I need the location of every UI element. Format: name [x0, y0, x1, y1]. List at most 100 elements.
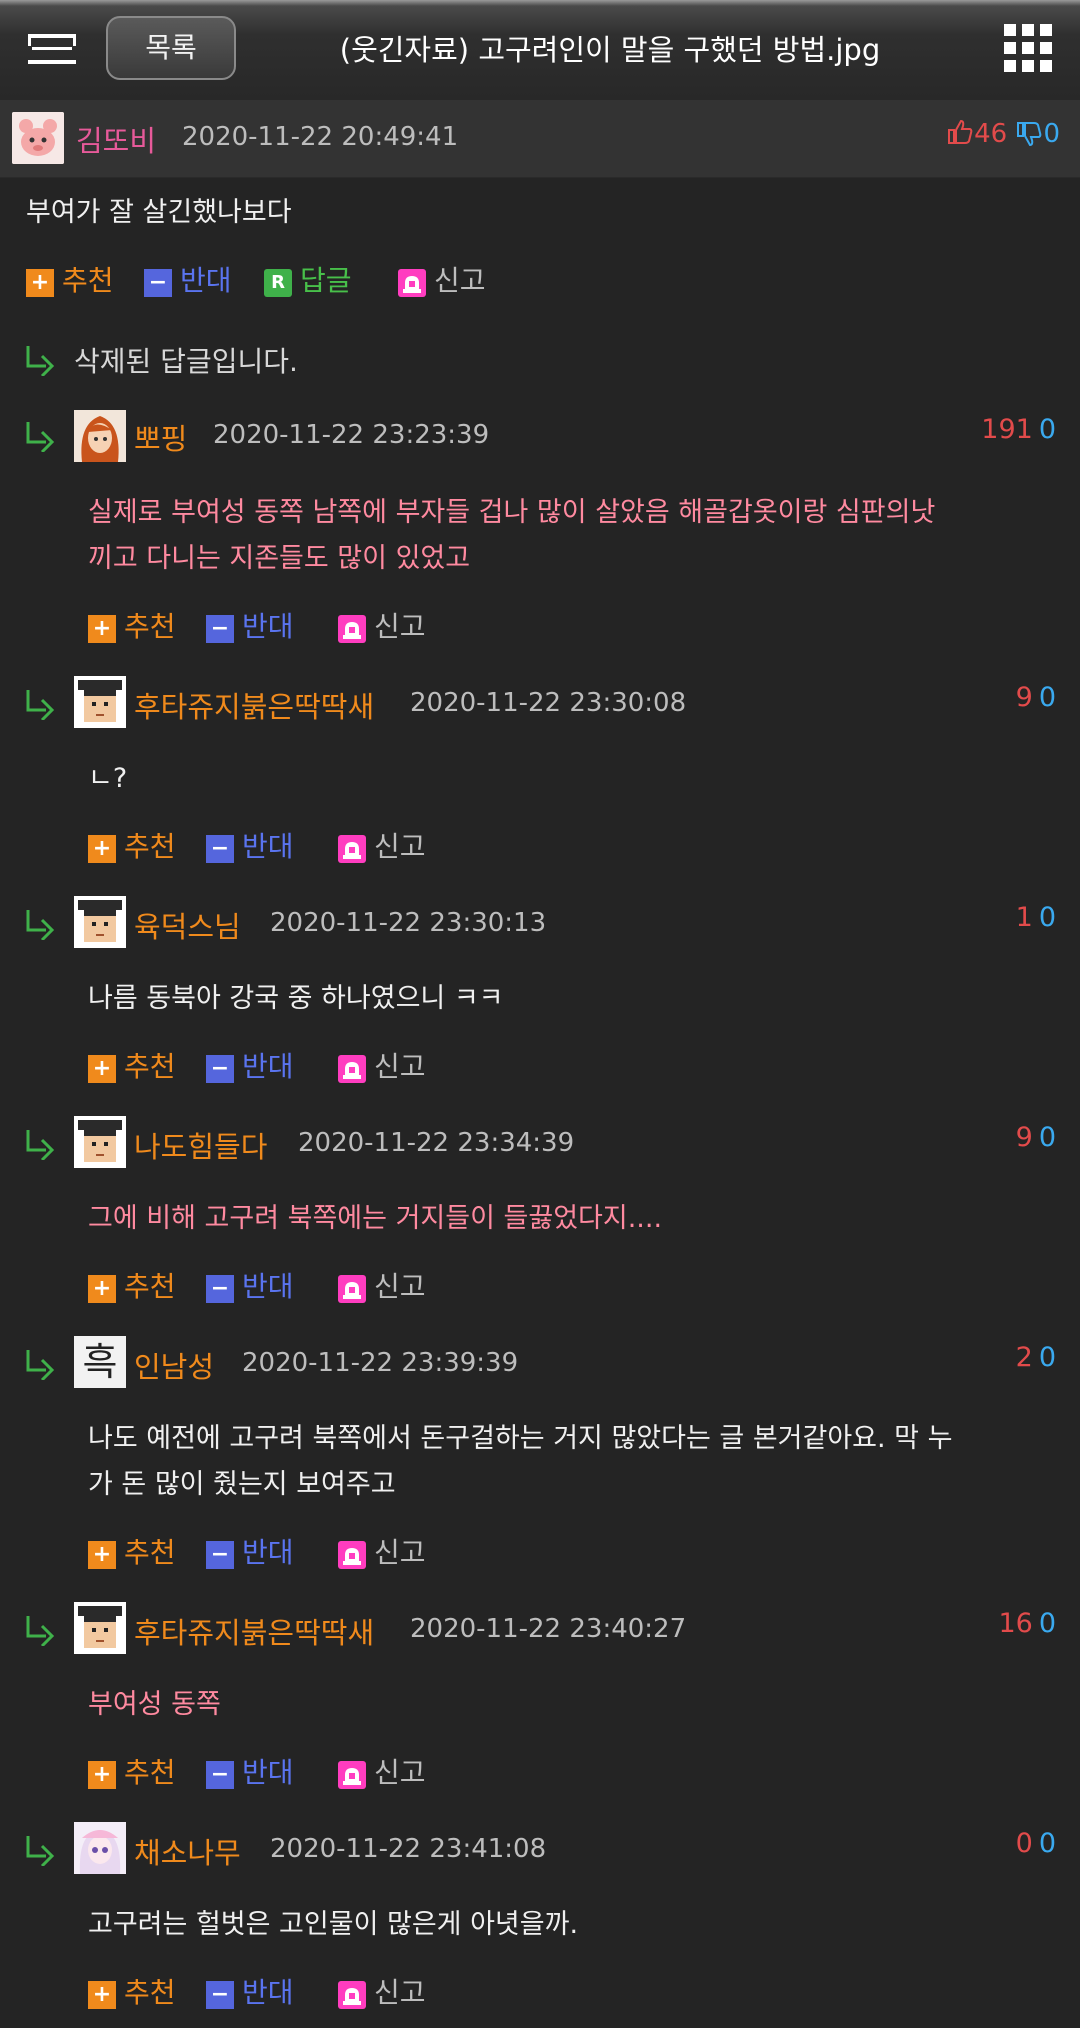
upvote-count: 0	[1015, 1828, 1033, 1859]
post-header: 김또비 2020-11-22 20:49:41 46 0	[0, 100, 1080, 178]
plus-icon: +	[88, 615, 116, 643]
comment-votes: 191 0	[981, 414, 1056, 445]
upvote-count: 1	[1015, 902, 1033, 933]
minus-icon: −	[206, 1761, 234, 1789]
deleted-reply: 삭제된 답글입니다.	[74, 345, 298, 378]
comment-body: 그에 비해 고구려 북쪽에는 거지들이 들끓었다지....	[88, 1203, 663, 1234]
top-bar: 목록 (웃긴자료) 고구려인이 말을 구했던 방법.jpg	[0, 0, 1080, 100]
comment-body: 실제로 부여성 동쪽 남쪽에 부자들 겁나 많이 살았음 해골갑옷이랑 심판의낫…	[88, 497, 936, 574]
siren-icon	[338, 1541, 366, 1569]
comment-body: 고구려는 헐벗은 고인물이 많은게 아녓을까.	[88, 1909, 579, 1940]
avatar[interactable]	[74, 896, 126, 948]
comment-body: 나도 예전에 고구려 북쪽에서 돈구걸하는 거지 많았다는 글 본거같아요. 막…	[88, 1423, 953, 1500]
apps-grid-icon[interactable]	[1004, 24, 1052, 72]
post-author[interactable]: 김또비	[76, 118, 156, 160]
comment-actions: + 추천 − 반대 신고	[88, 1270, 448, 1304]
post-body: 부여가 잘 살긴했나보다	[26, 197, 292, 228]
thumbs-down-icon[interactable]	[1015, 120, 1043, 148]
avatar[interactable]	[74, 1116, 126, 1168]
siren-icon	[338, 835, 366, 863]
comment-date: 2020-11-22 23:34:39	[298, 1128, 575, 1158]
plus-icon: +	[88, 1275, 116, 1303]
upvote-count: 2	[1015, 1342, 1033, 1373]
comment-author[interactable]: 육덕스님	[134, 904, 241, 946]
comment-date: 2020-11-22 23:41:08	[270, 1834, 547, 1864]
comment-actions: + 추천 − 반대 신고	[88, 1536, 448, 1570]
minus-icon: −	[206, 1541, 234, 1569]
comment-author[interactable]: 뽀핑	[134, 416, 187, 458]
comment-author[interactable]: 인남성	[134, 1344, 214, 1386]
siren-icon	[338, 1761, 366, 1789]
comment-actions: + 추천 − 반대 신고	[88, 1050, 448, 1084]
minus-icon: −	[206, 1275, 234, 1303]
minus-icon: −	[206, 1981, 234, 2009]
upvote-count: 191	[981, 414, 1033, 445]
reply-arrow-icon	[26, 422, 55, 452]
comment-actions: + 추천 − 반대 신고	[88, 1976, 448, 2010]
minus-icon: −	[206, 615, 234, 643]
plus-icon: +	[26, 269, 54, 297]
reply-arrow-icon	[26, 1130, 55, 1160]
downvote-count: 0	[1038, 1608, 1056, 1639]
downvote-count: 0	[1038, 682, 1056, 713]
siren-icon	[338, 1055, 366, 1083]
comment-votes: 16 0	[998, 1608, 1056, 1639]
list-button[interactable]: 목록	[106, 16, 236, 80]
avatar[interactable]	[74, 410, 126, 462]
downvote-count: 0	[1038, 1122, 1056, 1153]
plus-icon: +	[88, 1055, 116, 1083]
comment-date: 2020-11-22 23:30:08	[410, 688, 687, 718]
comment-date: 2020-11-22 23:40:27	[410, 1614, 687, 1644]
comment-author[interactable]: 후타쥬지붉은딱딱새	[134, 1610, 374, 1652]
reply-arrow-icon	[26, 1836, 55, 1866]
reply-arrow-icon	[26, 1350, 55, 1380]
plus-icon: +	[88, 1761, 116, 1789]
reply-arrow-icon	[26, 1616, 55, 1646]
siren-icon	[398, 269, 426, 297]
downvote-count: 0	[1038, 414, 1056, 445]
reply-arrow-icon	[26, 690, 55, 720]
comment-actions: + 추천 − 반대 신고	[88, 610, 448, 644]
comment-body: 나름 동북아 강국 중 하나였으니 ㅋㅋ	[88, 983, 504, 1014]
post-votes: 46 0	[946, 118, 1060, 149]
post-date: 2020-11-22 20:49:41	[182, 122, 459, 152]
comment-author[interactable]: 나도힘들다	[134, 1124, 267, 1166]
plus-icon: +	[88, 1541, 116, 1569]
comment-body: ㄴ?	[88, 763, 128, 794]
comment-date: 2020-11-22 23:30:13	[270, 908, 547, 938]
avatar[interactable]	[74, 1602, 126, 1654]
downvote-count: 0	[1038, 1342, 1056, 1373]
downvote-count: 0	[1038, 902, 1056, 933]
menu-icon[interactable]	[28, 34, 76, 64]
comment-author[interactable]: 채소나무	[134, 1830, 241, 1872]
post-dislike-count: 0	[1043, 119, 1060, 149]
siren-icon	[338, 1981, 366, 2009]
upvote-count: 16	[998, 1608, 1033, 1639]
plus-icon: +	[88, 1981, 116, 2009]
comment-body: 부여성 동쪽	[88, 1689, 221, 1720]
siren-icon	[338, 615, 366, 643]
avatar[interactable]	[12, 112, 64, 164]
comment-actions: + 추천 − 반대 신고	[88, 830, 448, 864]
thumbs-up-icon[interactable]	[946, 118, 974, 146]
avatar[interactable]	[74, 1822, 126, 1874]
avatar[interactable]	[74, 676, 126, 728]
comment-votes: 90	[1016, 682, 1056, 713]
page-title: (웃긴자료) 고구려인이 말을 구했던 방법.jpg	[339, 33, 881, 67]
minus-icon: −	[144, 269, 172, 297]
comment-votes: 10	[1016, 902, 1056, 933]
comment-actions: + 추천 − 반대 신고	[88, 1756, 448, 1790]
avatar[interactable]: 흑	[74, 1336, 126, 1388]
reply-icon: R	[264, 269, 292, 297]
comment-author[interactable]: 후타쥬지붉은딱딱새	[134, 684, 374, 726]
upvote-count: 9	[1015, 682, 1033, 713]
reply-arrow-icon	[26, 346, 55, 376]
avatar-glyph: 흑	[82, 1340, 118, 1384]
minus-icon: −	[206, 1055, 234, 1083]
post-like-count: 46	[974, 119, 1008, 149]
plus-icon: +	[88, 835, 116, 863]
comment-date: 2020-11-22 23:23:39	[213, 420, 490, 450]
minus-icon: −	[206, 835, 234, 863]
comment-votes: 90	[1016, 1122, 1056, 1153]
upvote-count: 9	[1015, 1122, 1033, 1153]
